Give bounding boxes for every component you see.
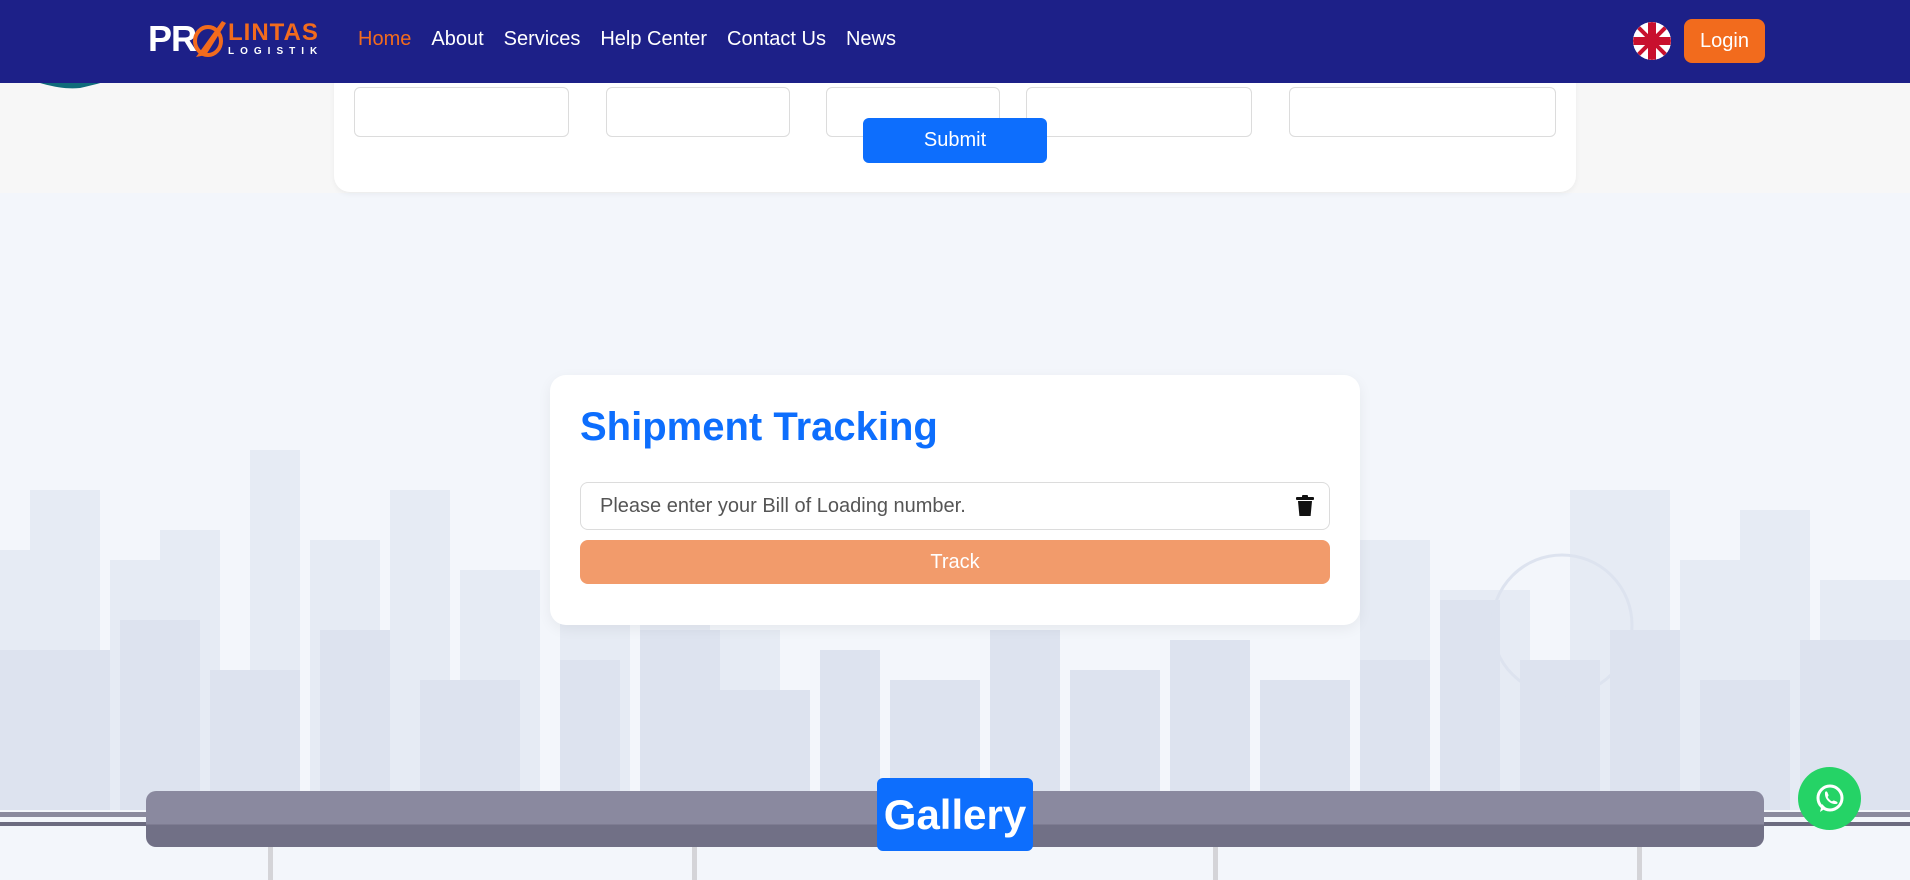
gallery-post	[1213, 847, 1218, 880]
tracking-title: Shipment Tracking	[580, 405, 938, 449]
trash-icon[interactable]	[1295, 495, 1315, 517]
main-nav: Home About Services Help Center Contact …	[358, 28, 896, 51]
prolintas-logo[interactable]: PR LINTAS LOGISTIK	[148, 16, 333, 62]
logo-text-lintas: LINTAS	[228, 19, 319, 46]
logo-swoosh-icon	[193, 21, 227, 57]
nav-news[interactable]: News	[846, 28, 896, 51]
nav-home[interactable]: Home	[358, 28, 411, 51]
nav-services[interactable]: Services	[504, 28, 581, 51]
gallery-post	[1637, 847, 1642, 880]
uk-flag-icon[interactable]	[1633, 22, 1671, 60]
whatsapp-icon	[1816, 784, 1843, 812]
logo-text-pro: PR	[148, 18, 197, 59]
login-button[interactable]: Login	[1684, 19, 1765, 63]
track-button[interactable]: Track	[580, 540, 1330, 584]
bill-of-loading-input[interactable]	[581, 483, 1271, 529]
tracking-input-wrapper	[580, 482, 1330, 530]
nav-about[interactable]: About	[431, 28, 483, 51]
top-navbar: PR LINTAS LOGISTIK Home About Services H…	[0, 0, 1910, 83]
logo-text-logistik: LOGISTIK	[228, 46, 324, 57]
gallery-title: Gallery	[877, 778, 1033, 851]
shipment-tracking-card: Shipment Tracking Track	[550, 375, 1360, 625]
gallery-post	[268, 847, 273, 880]
nav-contact-us[interactable]: Contact Us	[727, 28, 826, 51]
gallery-post	[692, 847, 697, 880]
nav-help-center[interactable]: Help Center	[600, 28, 707, 51]
submit-button[interactable]: Submit	[863, 118, 1047, 163]
whatsapp-button[interactable]	[1798, 767, 1861, 830]
